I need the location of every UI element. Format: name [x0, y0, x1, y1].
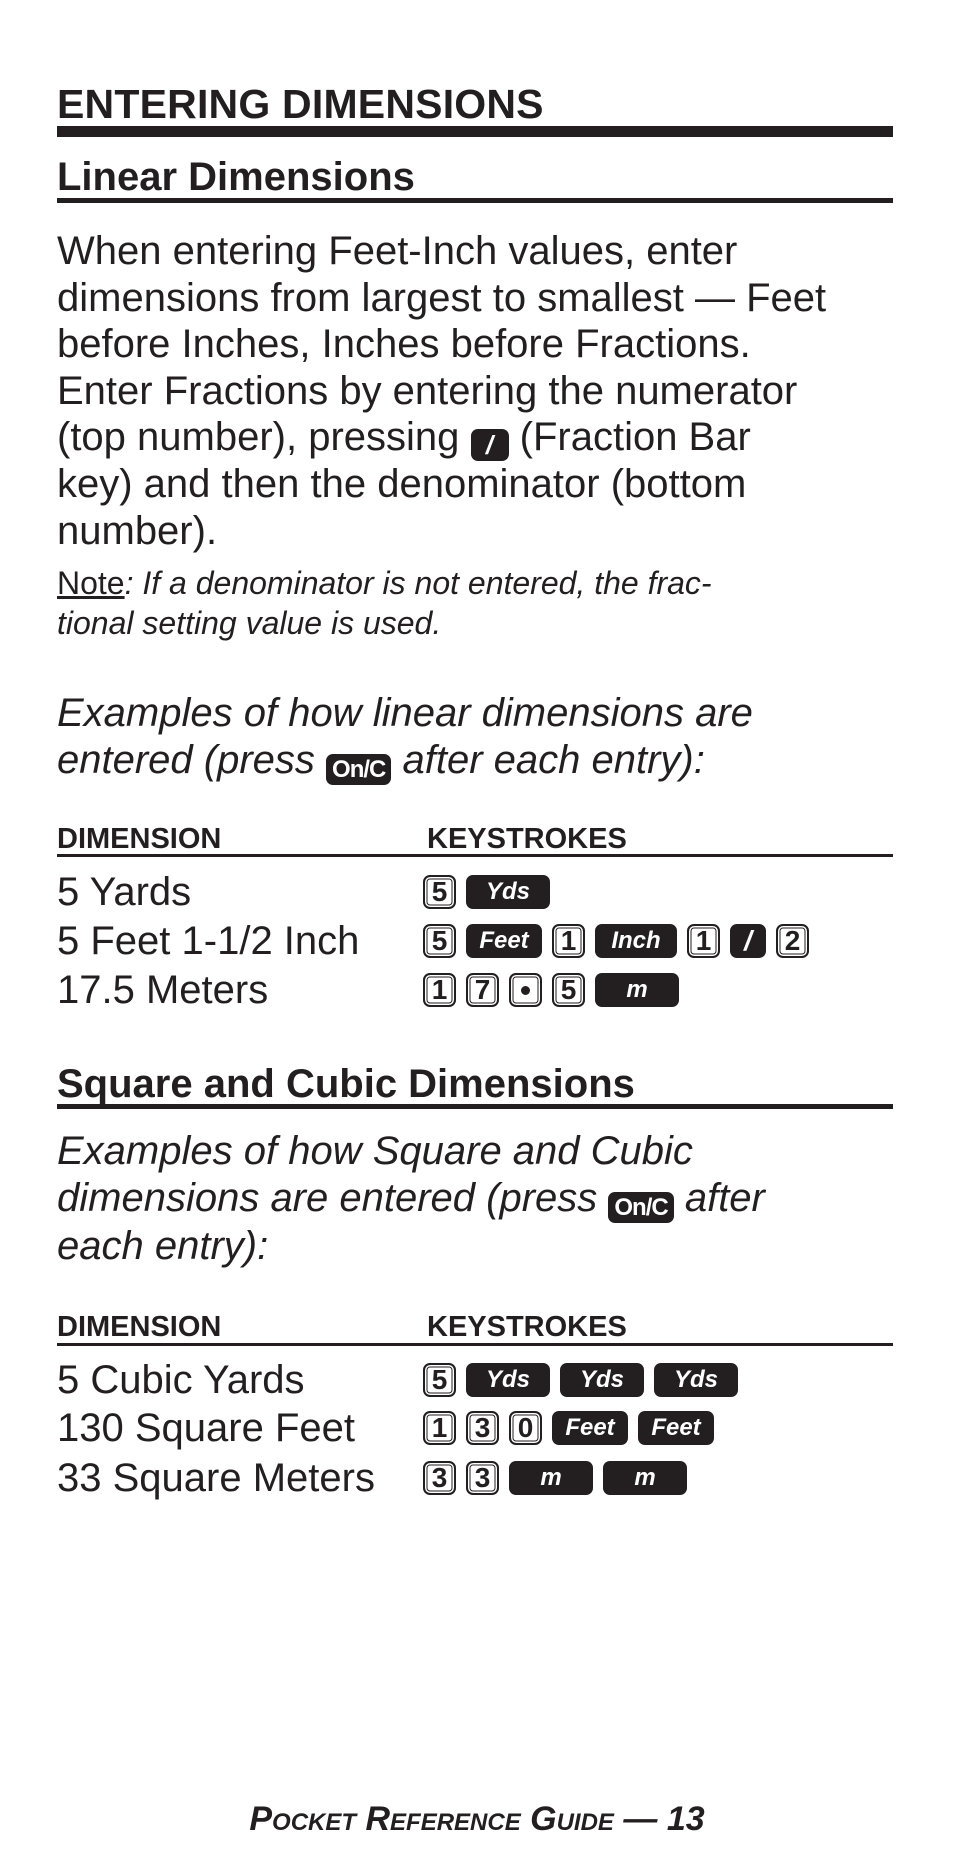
note-line: Note: If a denominator is not entered, t…	[57, 563, 712, 603]
keystrokes-cell: 5 Yds Yds Yds	[423, 1363, 738, 1397]
feet-key-icon: Feet	[638, 1411, 714, 1445]
feet-key-icon: Feet	[552, 1411, 628, 1445]
digit-1-key-icon: 1	[423, 1411, 456, 1445]
examples-text: after	[673, 1176, 765, 1220]
square-examples-intro: Examples of how Square and Cubic dimensi…	[57, 1128, 765, 1270]
digit-5-key-icon: 5	[423, 924, 456, 958]
digit-3-key-icon: 3	[466, 1411, 499, 1445]
linear-table-header-keystrokes: KEYSTROKES	[427, 823, 627, 855]
paragraph-line: dimensions from largest to smallest — Fe…	[57, 275, 827, 320]
paragraph-text: (Fraction Bar	[508, 415, 751, 459]
fraction-bar-key-icon: /	[730, 924, 766, 958]
table-header-rule	[57, 854, 893, 857]
dimension-cell: 5 Yards	[57, 870, 192, 914]
section-heading-square-cubic: Square and Cubic Dimensions	[57, 1062, 635, 1106]
examples-line: dimensions are entered (press On/C after	[57, 1175, 765, 1223]
table-row: 130 Square Feet 1 3 0 Feet Feet	[57, 1406, 897, 1450]
digit-2-key-icon: 2	[776, 924, 809, 958]
digit-7-key-icon: 7	[466, 973, 499, 1007]
keystrokes-cell: 5 Feet 1 Inch 1 / 2	[423, 924, 809, 958]
dimension-cell: 5 Feet 1-1/2 Inch	[57, 919, 360, 963]
intro-paragraph: When entering Feet-Inch values, enter di…	[57, 228, 826, 554]
section-rule	[57, 1104, 893, 1109]
digit-5-key-icon: 5	[423, 1363, 456, 1397]
keystrokes-cell: 17 5m	[423, 973, 679, 1007]
examples-text: dimensions are entered (press	[57, 1176, 609, 1220]
m-key-icon: m	[595, 973, 679, 1007]
note-text: : If a denominator is not entered, the f…	[124, 565, 712, 601]
examples-line: Examples of how Square and Cubic	[57, 1129, 693, 1173]
fraction-bar-key-icon: /	[470, 429, 509, 462]
table-header-rule	[57, 1343, 893, 1346]
paragraph-line: number).	[57, 508, 218, 553]
dimension-cell: 33 Square Meters	[57, 1456, 375, 1500]
m-key-icon: m	[509, 1461, 593, 1495]
m-key-icon: m	[603, 1461, 687, 1495]
paragraph-line: before Inches, Inches before Fractions.	[57, 322, 751, 366]
paragraph-line: Enter Fractions by entering the numerato…	[57, 368, 798, 413]
on-c-key-icon: On/C	[608, 1192, 674, 1223]
keystrokes-cell: 1 3 0 Feet Feet	[423, 1411, 714, 1445]
note: Note: If a denominator is not entered, t…	[57, 563, 712, 643]
title-rule	[57, 126, 893, 137]
digit-1-key-icon: 1	[423, 973, 456, 1007]
note-line: tional setting value is used.	[57, 605, 442, 641]
digit-3-key-icon: 3	[423, 1461, 456, 1495]
table-row: 5 Yards 5 Yds	[57, 870, 897, 914]
paragraph-line: key) and then the denominator (bottom	[57, 462, 747, 507]
section-rule	[57, 198, 893, 203]
table-row: 17.5 Meters 1 7 5 m	[57, 968, 897, 1012]
inch-key-icon: Inch	[595, 924, 677, 958]
decimal-point-key-icon	[509, 973, 542, 1007]
section-heading-linear: Linear Dimensions	[57, 155, 415, 199]
square-table-header-dimension: DIMENSION	[57, 1311, 222, 1343]
dimension-cell: 5 Cubic Yards	[57, 1358, 305, 1402]
on-c-key-icon: On/C	[326, 754, 392, 785]
yds-key-icon: Yds	[560, 1363, 644, 1397]
linear-table-header-dimension: DIMENSION	[57, 823, 222, 855]
square-table-header-keystrokes: KEYSTROKES	[427, 1311, 627, 1343]
keystrokes-cell: 5 Yds	[423, 875, 550, 909]
digit-0-key-icon: 0	[509, 1411, 542, 1445]
linear-examples-intro: Examples of how linear dimensions are en…	[57, 690, 753, 785]
yds-key-icon: Yds	[654, 1363, 738, 1397]
note-label: Note	[57, 565, 125, 601]
examples-text: after each entry):	[391, 738, 705, 782]
yds-key-icon: Yds	[466, 1363, 550, 1397]
examples-line: Examples of how linear dimensions are	[57, 691, 753, 735]
dimension-cell: 130 Square Feet	[57, 1406, 355, 1450]
paragraph-line: When entering Feet-Inch values, enter	[57, 229, 738, 273]
feet-key-icon: Feet	[466, 924, 542, 958]
paragraph-text: (top number), pressing	[57, 415, 471, 459]
page-title: ENTERING DIMENSIONS	[57, 81, 544, 127]
digit-1-key-icon: 1	[687, 924, 720, 958]
yds-key-icon: Yds	[466, 875, 550, 909]
paragraph-line: (top number), pressing / (Fraction Bar	[57, 414, 826, 462]
table-row: 5 Feet 1-1/2 Inch 5 Feet 1 Inch 1 / 2	[57, 919, 897, 963]
digit-3-key-icon: 3	[466, 1461, 499, 1495]
table-row: 33 Square Meters 3 3 m m	[57, 1456, 897, 1500]
table-row: 5 Cubic Yards 5 Yds Yds Yds	[57, 1358, 897, 1402]
digit-1-key-icon: 1	[552, 924, 585, 958]
examples-line: entered (press On/C after each entry):	[57, 737, 753, 785]
digit-5-key-icon: 5	[552, 973, 585, 1007]
keystrokes-cell: 33mm	[423, 1461, 687, 1495]
dimension-cell: 17.5 Meters	[57, 968, 269, 1012]
digit-5-key-icon: 5	[423, 875, 456, 909]
examples-text: entered (press	[57, 738, 327, 782]
page-footer: Pocket Reference Guide — 13	[249, 1800, 705, 1838]
